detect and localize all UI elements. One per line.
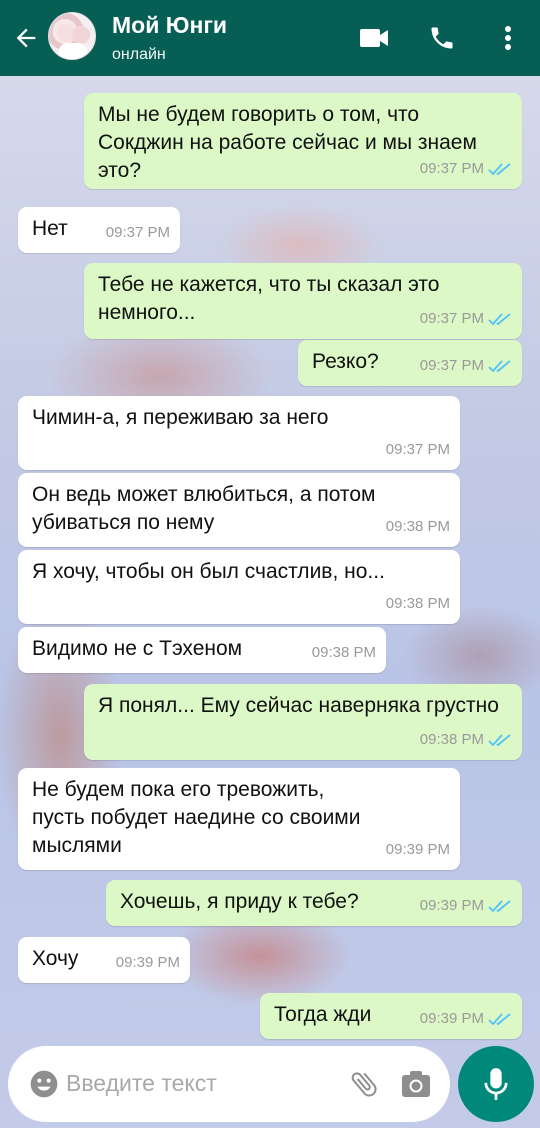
chat-header: Мой Юнги онлайн [0,0,540,76]
phone-icon[interactable] [424,20,460,56]
message-outgoing[interactable]: Тебе не кажется, что ты сказал это немно… [84,263,522,339]
message-outgoing[interactable]: Тогда жди 09:39 PM [260,993,522,1039]
message-time: 09:38 PM [385,595,450,612]
message-incoming[interactable]: Он ведь может влюбиться, а потом убивать… [18,473,460,547]
contact-name[interactable]: Мой Юнги [112,12,227,39]
message-incoming[interactable]: Видимо не с Тэхеном 09:38 PM [18,627,386,673]
double-check-icon [488,312,512,326]
double-check-icon [488,162,512,176]
avatar[interactable] [48,12,96,60]
message-text: Я хочу, чтобы он был счастлив, но... [32,560,385,583]
message-time: 09:38 PM [419,731,484,748]
message-time: 09:38 PM [385,518,450,535]
attach-icon[interactable] [346,1066,382,1102]
contact-status: онлайн [112,46,166,63]
message-text: Я понял... Ему сейчас наверняка грустно [98,694,499,717]
more-vert-icon[interactable] [490,20,526,56]
message-time: 09:37 PM [105,224,170,241]
message-time: 09:37 PM [385,441,450,458]
message-time: 09:37 PM [419,310,484,327]
double-check-icon [488,1012,512,1026]
message-outgoing[interactable]: Резко? 09:37 PM [298,340,522,386]
message-time: 09:37 PM [419,357,484,374]
message-incoming[interactable]: Нет 09:37 PM [18,207,180,253]
message-time: 09:39 PM [385,841,450,858]
mic-icon[interactable] [458,1046,534,1122]
double-check-icon [488,733,512,747]
camera-icon[interactable] [398,1066,434,1102]
double-check-icon [488,359,512,373]
message-outgoing[interactable]: Хочешь, я приду к тебе? 09:39 PM [106,880,522,926]
message-incoming[interactable]: Чимин-а, я переживаю за него 09:37 PM [18,396,460,470]
message-time: 09:39 PM [115,954,180,971]
message-time: 09:39 PM [419,897,484,914]
message-time: 09:39 PM [419,1010,484,1027]
double-check-icon [488,899,512,913]
emoji-icon[interactable] [26,1066,62,1102]
video-call-icon[interactable] [356,20,392,56]
message-time: 09:38 PM [311,644,376,661]
message-incoming[interactable]: Не будем пока его тревожить, пусть побуд… [18,768,460,870]
message-incoming[interactable]: Хочу 09:39 PM [18,937,190,983]
message-outgoing[interactable]: Мы не будем говорить о том, что Сокджин … [84,93,522,189]
message-input[interactable]: Введите текст [66,1070,217,1097]
message-text: Чимин-а, я переживаю за него [32,406,329,429]
message-outgoing[interactable]: Я понял... Ему сейчас наверняка грустно … [84,684,522,760]
chat-area[interactable]: Мы не будем говорить о том, что Сокджин … [0,76,540,1128]
message-incoming[interactable]: Я хочу, чтобы он был счастлив, но... 09:… [18,550,460,624]
message-composer[interactable]: Введите текст [8,1046,450,1122]
back-arrow-icon[interactable] [8,20,44,56]
message-text: Не будем пока его тревожить, пусть побуд… [32,778,361,857]
message-time: 09:37 PM [419,160,484,177]
